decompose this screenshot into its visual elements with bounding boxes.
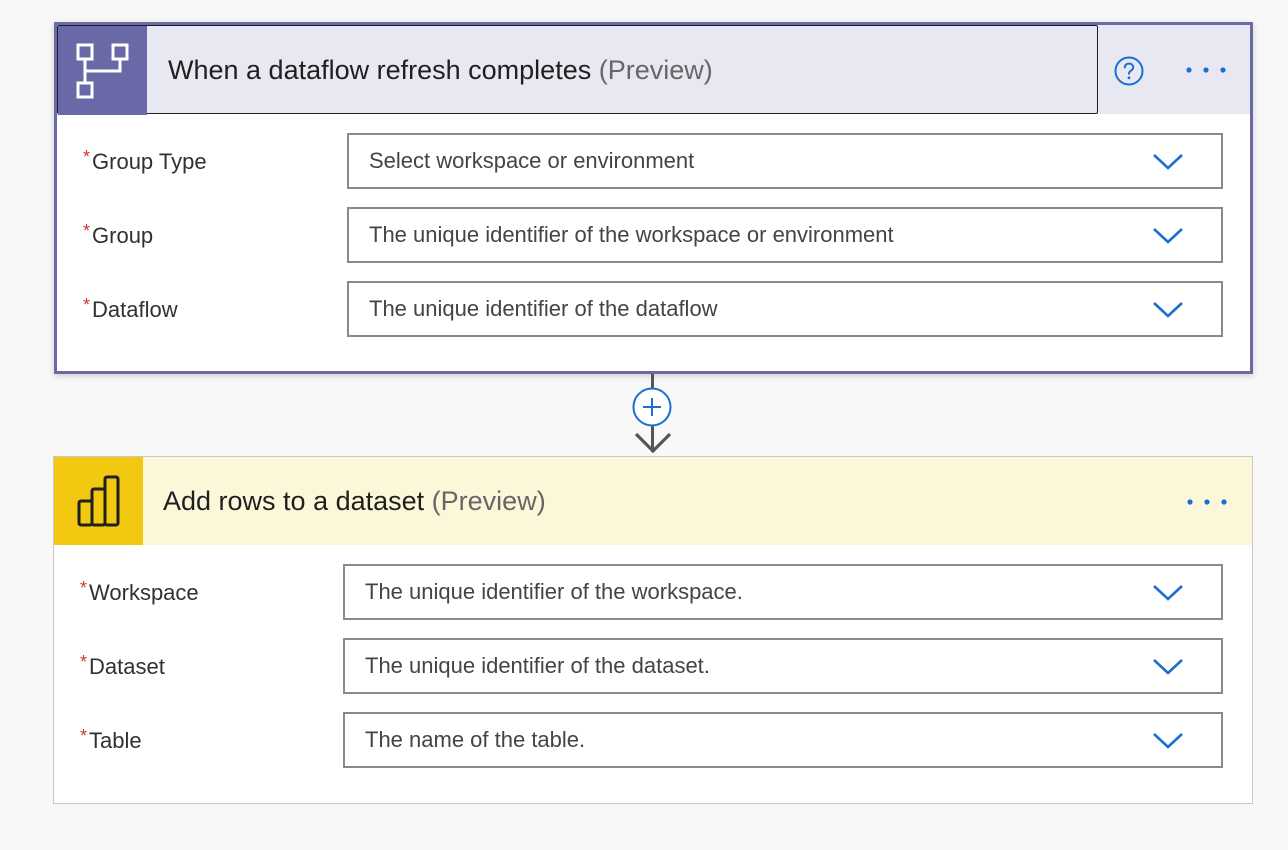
dataflow-dropdown[interactable]: The unique identifier of the dataflow: [347, 281, 1223, 337]
workspace-dropdown[interactable]: The unique identifier of the workspace.: [343, 564, 1223, 620]
group-row: *Group The unique identifier of the work…: [57, 207, 1250, 265]
group-type-row: *Group Type Select workspace or environm…: [57, 133, 1250, 191]
group-label: *Group: [83, 221, 154, 248]
chevron-down-icon: [1153, 733, 1183, 749]
chevron-down-icon: [1153, 302, 1183, 318]
plus-circle-icon[interactable]: [632, 387, 672, 427]
workspace-label: *Workspace: [80, 578, 199, 605]
group-type-placeholder: Select workspace or environment: [369, 148, 695, 173]
workspace-row: *Workspace The unique identifier of the …: [54, 564, 1252, 622]
table-row: *Table The name of the table.: [54, 712, 1252, 770]
trigger-title-text: When a dataflow refresh completes: [168, 55, 592, 85]
action-preview-tag: (Preview): [431, 486, 546, 516]
action-title-text: Add rows to a dataset: [163, 486, 425, 516]
dataset-dropdown[interactable]: The unique identifier of the dataset.: [343, 638, 1223, 694]
chevron-down-icon: [1153, 228, 1183, 244]
help-icon[interactable]: [1114, 56, 1144, 86]
required-marker: *: [80, 726, 88, 746]
chevron-down-icon: [1153, 659, 1183, 675]
group-type-label: *Group Type: [83, 147, 207, 174]
dataflow-label: *Dataflow: [83, 295, 178, 322]
trigger-header[interactable]: When a dataflow refresh completes (Previ…: [57, 25, 1250, 115]
table-placeholder: The name of the table.: [365, 727, 586, 752]
power-bi-icon: [54, 457, 143, 545]
required-marker: *: [83, 221, 91, 241]
required-marker: *: [80, 652, 88, 672]
dataset-label: *Dataset: [80, 652, 165, 679]
required-marker: *: [83, 147, 91, 167]
group-dropdown[interactable]: The unique identifier of the workspace o…: [347, 207, 1223, 263]
table-dropdown[interactable]: The name of the table.: [343, 712, 1223, 768]
required-marker: *: [83, 295, 91, 315]
arrow-down-icon: [634, 432, 672, 454]
trigger-title-box[interactable]: When a dataflow refresh completes (Previ…: [57, 25, 1098, 115]
trigger-title: When a dataflow refresh completes (Previ…: [168, 26, 713, 115]
more-options-icon[interactable]: [1185, 487, 1229, 517]
dataflow-row: *Dataflow The unique identifier of the d…: [57, 281, 1250, 339]
action-header[interactable]: Add rows to a dataset (Preview): [54, 457, 1252, 545]
dataset-placeholder: The unique identifier of the dataset.: [365, 653, 710, 678]
group-placeholder: The unique identifier of the workspace o…: [369, 222, 894, 247]
dataflow-icon: [58, 26, 147, 115]
group-type-dropdown[interactable]: Select workspace or environment: [347, 133, 1223, 189]
chevron-down-icon: [1153, 585, 1183, 601]
trigger-preview-tag: (Preview): [598, 55, 713, 85]
action-title: Add rows to a dataset (Preview): [163, 457, 546, 545]
required-marker: *: [80, 578, 88, 598]
workspace-placeholder: The unique identifier of the workspace.: [365, 579, 743, 604]
dataflow-placeholder: The unique identifier of the dataflow: [369, 296, 718, 321]
dataset-row: *Dataset The unique identifier of the da…: [54, 638, 1252, 696]
table-label: *Table: [80, 726, 142, 753]
more-options-icon[interactable]: [1184, 55, 1228, 85]
chevron-down-icon: [1153, 154, 1183, 170]
action-card: Add rows to a dataset (Preview) *Workspa…: [53, 456, 1253, 804]
trigger-card: When a dataflow refresh completes (Previ…: [54, 22, 1253, 374]
